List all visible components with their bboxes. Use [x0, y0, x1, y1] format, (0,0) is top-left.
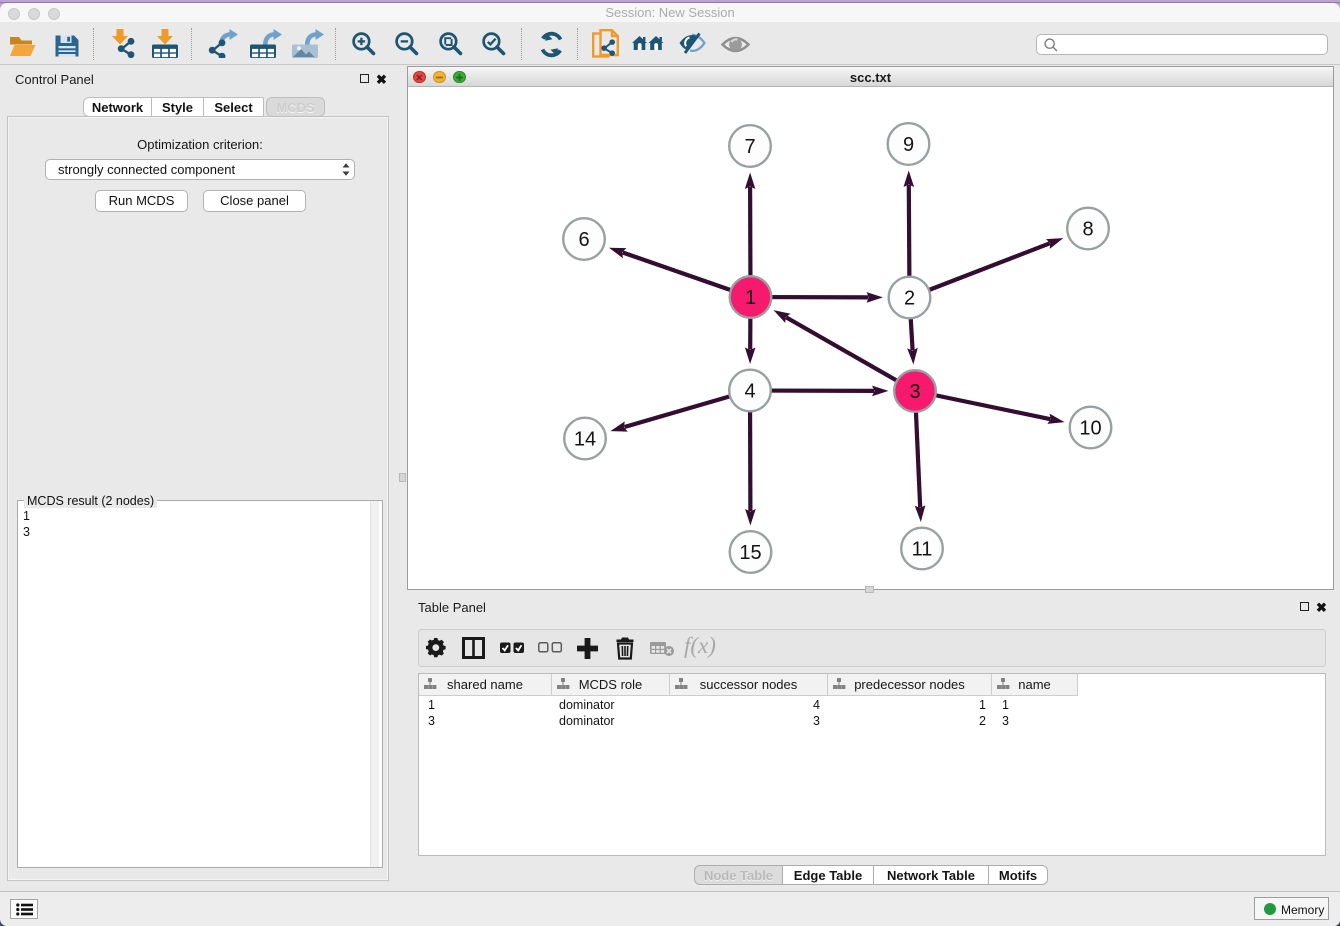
svg-text:14: 14 — [574, 429, 596, 451]
svg-text:9: 9 — [903, 134, 914, 156]
svg-text:6: 6 — [578, 229, 589, 251]
svg-text:10: 10 — [1079, 418, 1101, 440]
svg-text:3: 3 — [909, 381, 920, 403]
svg-text:2: 2 — [904, 288, 915, 310]
svg-text:8: 8 — [1082, 219, 1093, 241]
svg-text:4: 4 — [744, 381, 755, 403]
svg-text:1: 1 — [745, 287, 756, 309]
svg-text:7: 7 — [744, 136, 755, 158]
svg-text:15: 15 — [739, 542, 761, 564]
svg-text:11: 11 — [912, 539, 933, 561]
